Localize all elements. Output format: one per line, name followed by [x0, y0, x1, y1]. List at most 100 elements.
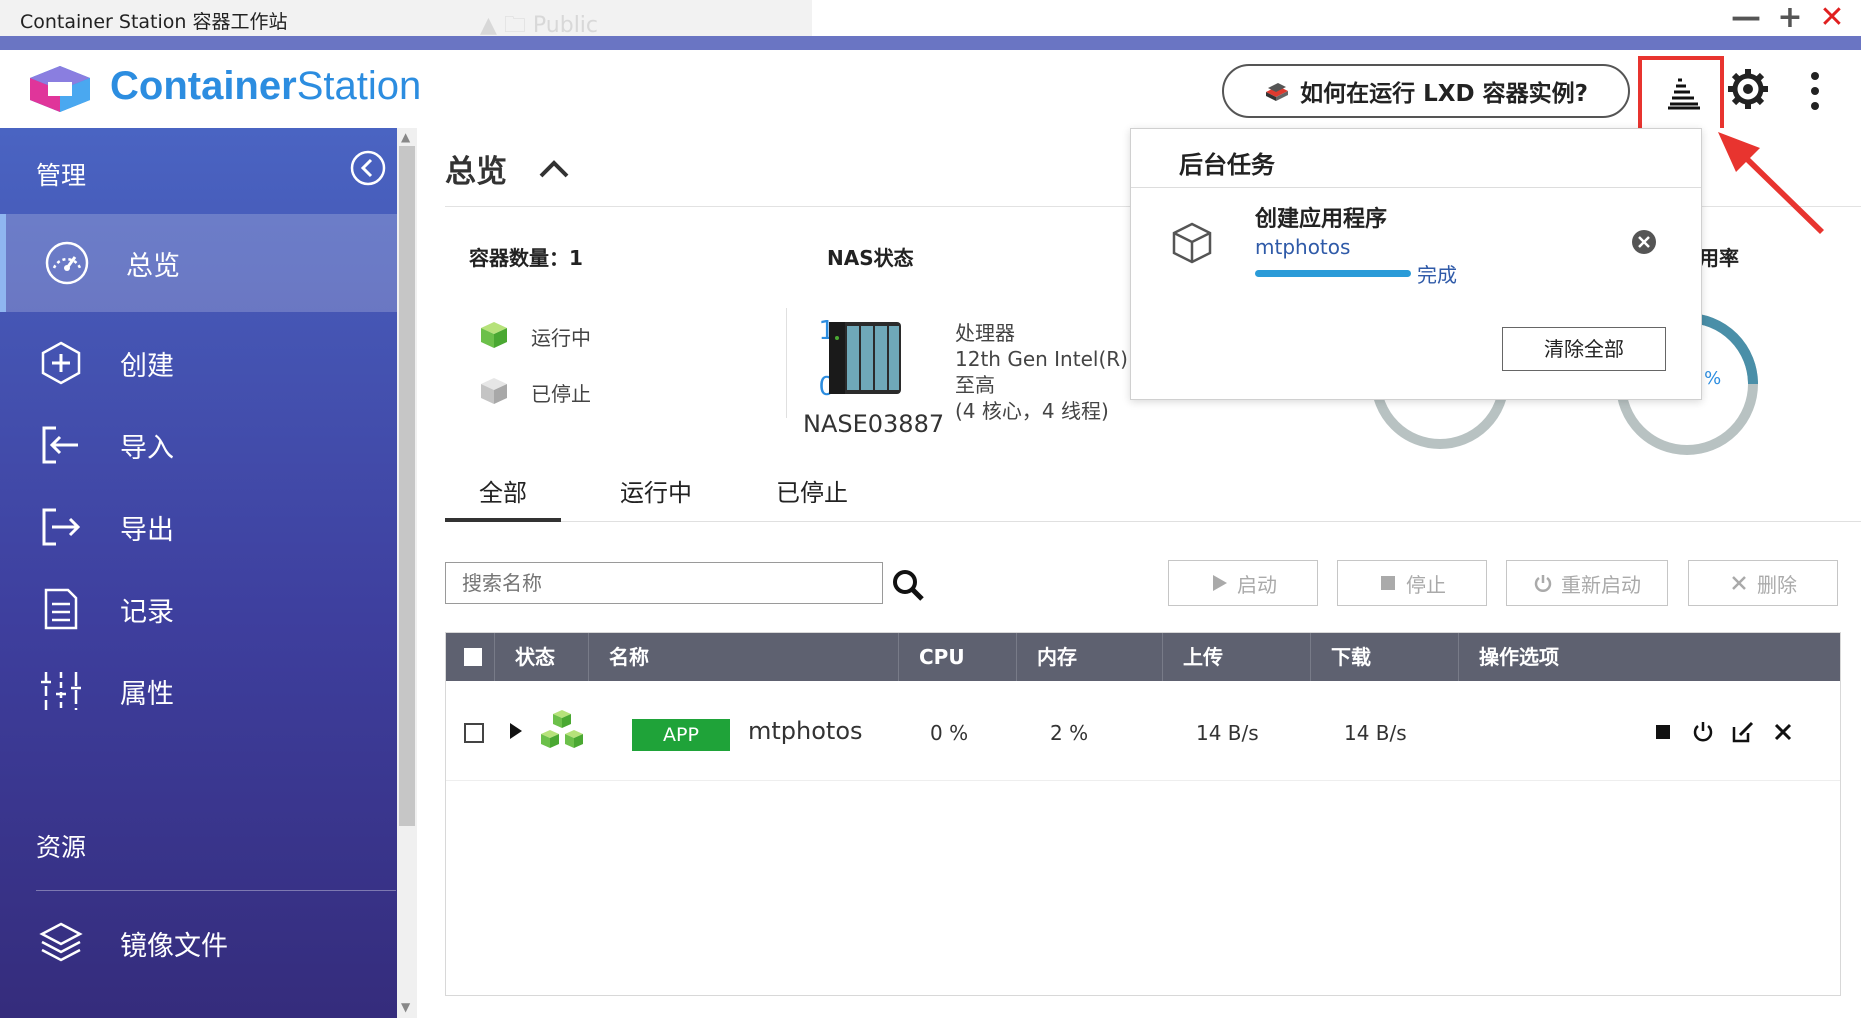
task-title: 创建应用程序: [1255, 207, 1388, 232]
column-upload[interactable]: 上传: [1162, 633, 1310, 681]
tab-all[interactable]: 全部: [445, 468, 561, 522]
column-status[interactable]: 状态: [494, 633, 588, 681]
chevron-up-icon[interactable]: [537, 158, 571, 180]
app-type-badge: APP: [632, 719, 730, 751]
tab-running[interactable]: 运行中: [601, 468, 711, 522]
clear-all-button[interactable]: 清除全部: [1502, 327, 1666, 371]
x-icon: [1732, 576, 1746, 590]
scroll-up-icon[interactable]: ▲: [401, 130, 410, 144]
close-icon[interactable]: ✕: [1814, 2, 1850, 34]
gear-icon[interactable]: [1726, 64, 1770, 114]
dashboard-icon: [45, 241, 89, 285]
delete-label: 删除: [1757, 572, 1797, 597]
sidebar-divider: [36, 890, 396, 891]
remove-container-icon[interactable]: [1770, 719, 1796, 745]
export-icon: [42, 508, 81, 546]
column-cpu[interactable]: CPU: [898, 633, 1016, 681]
minimize-icon[interactable]: —: [1728, 2, 1764, 34]
search-input[interactable]: [445, 562, 883, 604]
sidebar-item-properties[interactable]: 属性: [0, 642, 397, 740]
stop-container-icon[interactable]: [1650, 719, 1676, 745]
maximize-icon[interactable]: +: [1772, 2, 1808, 34]
power-icon: [1534, 575, 1552, 592]
cpu-model-line2: 至高: [955, 373, 995, 397]
app-header: ContainerStation 如何在运行 LXD 容器实例?: [0, 50, 1861, 128]
import-icon: [42, 426, 78, 464]
restart-label: 重新启动: [1561, 572, 1641, 597]
sidebar-scrollbar[interactable]: ▲ ▼: [397, 128, 417, 1018]
restart-container-icon[interactable]: [1690, 719, 1716, 745]
sidebar-section-manage: 管理: [36, 161, 87, 190]
edit-container-icon[interactable]: [1730, 719, 1756, 745]
task-app-name: mtphotos: [1255, 235, 1351, 259]
plus-hexagon-icon: [41, 341, 81, 385]
cpu-title: 处理器: [955, 321, 1015, 345]
task-status: 完成: [1417, 263, 1457, 287]
row-actions: [1650, 719, 1830, 747]
search-icon[interactable]: [891, 568, 925, 602]
sidebar-item-label: 导入: [120, 432, 174, 464]
container-cube-icon: [1172, 222, 1212, 264]
table-header: 状态 名称 CPU 内存 上传 下载 操作选项: [446, 633, 1840, 681]
nas-name: NASE03887: [803, 410, 945, 438]
lxd-book-icon: [1266, 83, 1289, 101]
sidebar-item-overview[interactable]: 总览: [0, 214, 397, 312]
stopped-cube-icon: [481, 378, 507, 404]
container-memory: 2 %: [1050, 721, 1089, 745]
tab-stopped[interactable]: 已停止: [757, 468, 867, 522]
sidebar-item-label: 创建: [120, 350, 174, 382]
start-button[interactable]: 启动: [1168, 560, 1318, 606]
column-memory[interactable]: 内存: [1016, 633, 1162, 681]
expand-row-icon[interactable]: [508, 721, 524, 741]
container-name[interactable]: mtphotos: [748, 717, 863, 745]
background-task-popup: 后台任务 创建应用程序 mtphotos 完成 清除全部: [1130, 128, 1702, 400]
window-tab: Container Station 容器工作站 ▲ 🗀 Public: [0, 0, 812, 38]
sidebar-section-resources: 资源: [36, 833, 87, 862]
play-icon: [1213, 575, 1227, 591]
container-count: 容器数量：1: [469, 246, 583, 270]
container-cpu: 0 %: [930, 721, 969, 745]
row-checkbox[interactable]: [464, 723, 484, 743]
sliders-icon: [41, 672, 81, 710]
container-station-logo-icon: [30, 66, 90, 112]
scroll-down-icon[interactable]: ▼: [401, 1000, 410, 1014]
lxd-help-label: 如何在运行 LXD 容器实例?: [1300, 81, 1588, 107]
background-task-icon: [1668, 78, 1700, 110]
annotation-arrow-icon: [1718, 132, 1824, 234]
sidebar: 管理 总览 创建 导入 导出 记录 属性 资源 镜像文件: [0, 128, 397, 1018]
sidebar-item-label: 导出: [120, 514, 174, 546]
delete-button[interactable]: 删除: [1688, 560, 1838, 606]
column-download[interactable]: 下载: [1310, 633, 1458, 681]
cpu-model: 12th Gen Intel(R) C: [955, 347, 1145, 371]
layers-icon: [39, 922, 83, 962]
lxd-help-button[interactable]: 如何在运行 LXD 容器实例?: [1222, 64, 1630, 118]
collapse-sidebar-icon[interactable]: [350, 150, 386, 186]
background-task-button[interactable]: [1638, 56, 1724, 138]
container-download: 14 B/s: [1344, 721, 1407, 745]
sidebar-item-label: 属性: [120, 678, 174, 710]
stop-button[interactable]: 停止: [1337, 560, 1487, 606]
column-actions[interactable]: 操作选项: [1458, 633, 1620, 681]
nas-status-title: NAS状态: [827, 246, 914, 270]
restart-button[interactable]: 重新启动: [1506, 560, 1668, 606]
cpu-cores: (4 核心，4 线程): [955, 399, 1109, 423]
start-label: 启动: [1237, 572, 1277, 597]
running-stat: 运行中 1: [479, 316, 835, 356]
nas-device-icon: [829, 322, 901, 394]
select-all-checkbox[interactable]: [464, 648, 482, 666]
more-vertical-icon[interactable]: [1800, 68, 1830, 114]
app-logo-text: ContainerStation: [110, 64, 422, 108]
scroll-thumb[interactable]: [399, 146, 415, 826]
container-upload: 14 B/s: [1196, 721, 1259, 745]
window-accent-line: [0, 36, 1861, 50]
sidebar-item-images[interactable]: 镜像文件: [0, 894, 397, 992]
column-name[interactable]: 名称: [588, 633, 898, 681]
sidebar-item-label: 总览: [126, 250, 180, 282]
window-titlebar: Container Station 容器工作站 ▲ 🗀 Public — + ✕: [0, 0, 1861, 38]
stats-divider: [786, 308, 787, 418]
table-row[interactable]: APP mtphotos 0 % 2 % 14 B/s 14 B/s: [446, 681, 1840, 781]
stopped-stat: 已停止 0: [479, 372, 835, 412]
task-progress-bar: [1255, 270, 1411, 277]
stop-icon: [1381, 576, 1395, 590]
close-task-icon[interactable]: [1631, 229, 1657, 255]
